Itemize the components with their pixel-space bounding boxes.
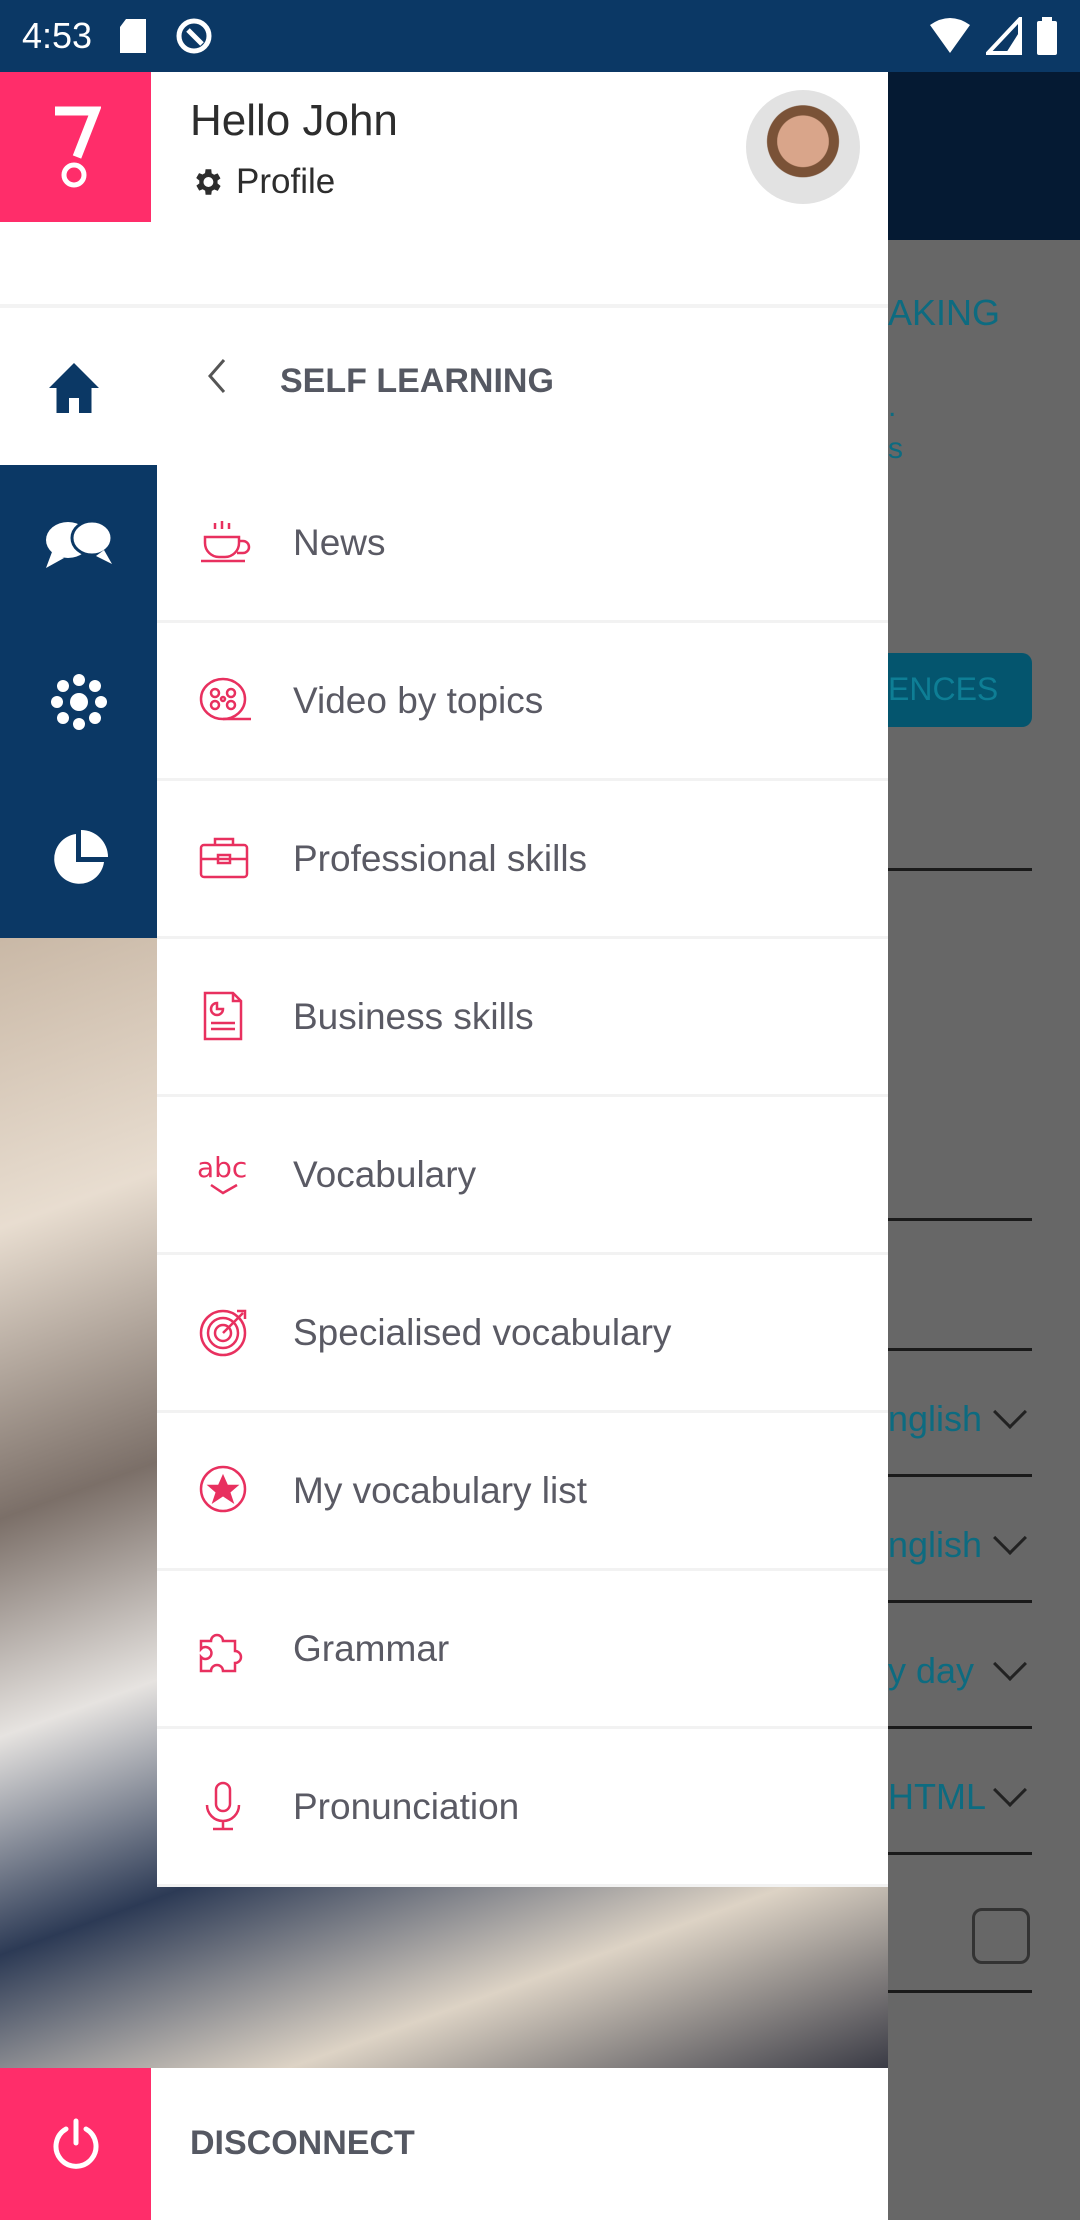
profile-link[interactable]: Profile [190, 162, 335, 202]
network-icon[interactable] [40, 663, 118, 741]
bg-text: AKING [888, 292, 1001, 333]
chevron-left-icon[interactable] [204, 356, 228, 396]
chat-bubbles-icon[interactable] [40, 505, 118, 583]
bg-text: HTML [888, 1776, 986, 1817]
bg-text: s [888, 432, 903, 465]
bg-line [888, 868, 1032, 871]
menu-item-label: Business skills [293, 995, 534, 1037]
app-logo [0, 72, 151, 222]
target-icon [199, 1309, 247, 1356]
disconnect-label: DISCONNECT [190, 2124, 415, 2162]
wifi-icon [930, 18, 970, 53]
briefcase-icon [199, 837, 249, 878]
menu-item-grammar[interactable]: Grammar [157, 1571, 888, 1729]
menu-item-label: Pronunciation [293, 1785, 520, 1827]
status-bar: 4:53 [0, 0, 1080, 72]
menu-item-vocabulary[interactable]: abc Vocabulary [157, 1097, 888, 1255]
section-title: SELF LEARNING [280, 362, 554, 400]
svg-text:abc: abc [197, 1151, 247, 1184]
power-icon [53, 2118, 98, 2169]
menu-item-label: Professional skills [293, 837, 588, 879]
puzzle-icon [199, 1633, 243, 1672]
bg-text: nglish [888, 1398, 983, 1439]
microphone-icon [205, 1781, 241, 1830]
menu-item-label: Grammar [293, 1627, 450, 1669]
gear-icon [196, 169, 221, 195]
menu-item-pronunciation[interactable]: Pronunciation [157, 1729, 888, 1887]
chevron-down-icon [993, 1647, 1027, 1681]
navigation-drawer: Hello John Profile SELF LEARNING News Vid… [0, 72, 888, 2220]
menu-item-professional-skills[interactable]: Professional skills [157, 781, 888, 939]
chevron-down-icon [993, 1395, 1027, 1429]
greeting: Hello John [190, 96, 398, 145]
bg-text: ENCES [888, 671, 999, 707]
disconnect-button[interactable]: DISCONNECT [0, 2068, 888, 2220]
menu-item-label: Vocabulary [293, 1153, 477, 1195]
star-circle-icon [199, 1465, 247, 1512]
side-rail [0, 465, 157, 938]
menu-item-label: Video by topics [293, 679, 544, 721]
profile-label: Profile [236, 162, 336, 201]
app-notification-icon [176, 18, 212, 54]
film-reel-icon [199, 677, 251, 720]
menu-item-business-skills[interactable]: Business skills [157, 939, 888, 1097]
bg-checkbox [972, 1908, 1030, 1964]
sd-card-icon [120, 19, 147, 53]
menu-item-label: News [293, 521, 386, 563]
menu-item-video-by-topics[interactable]: Video by topics [157, 623, 888, 781]
bg-line [888, 1990, 1032, 1993]
section-header: SELF LEARNING [0, 308, 888, 465]
background-app-header [888, 72, 1080, 240]
menu-item-specialised-vocabulary[interactable]: Specialised vocabulary [157, 1255, 888, 1413]
bg-line [888, 1218, 1032, 1221]
avatar[interactable] [746, 90, 860, 204]
bg-text: nglish [888, 1524, 983, 1565]
signal-icon [986, 17, 1022, 55]
bg-line [888, 1348, 1032, 1351]
chevron-down-icon [993, 1521, 1027, 1555]
abc-check-icon: abc [197, 1151, 247, 1194]
coffee-cup-icon [201, 520, 251, 562]
chevron-down-icon [993, 1773, 1027, 1807]
home-icon[interactable] [44, 358, 104, 418]
bg-line [888, 1726, 1032, 1729]
menu-item-news[interactable]: News [157, 465, 888, 623]
document-chart-icon [203, 991, 243, 1040]
battery-icon [1037, 17, 1057, 55]
background-app-content: AKING . s ENCES nglish nglish y day HTML [888, 240, 1080, 2220]
menu-item-label: My vocabulary list [293, 1469, 588, 1511]
bg-button: ENCES [888, 653, 1032, 727]
menu-item-my-vocabulary-list[interactable]: My vocabulary list [157, 1413, 888, 1571]
bg-line [888, 1852, 1032, 1855]
bg-text: . [888, 390, 897, 423]
menu-item-label: Specialised vocabulary [293, 1311, 672, 1353]
status-time: 4:53 [22, 15, 93, 56]
bg-line [888, 1600, 1032, 1603]
menu-list: News Video by topics Professional skills Bu… [157, 465, 888, 1887]
logo-icon [54, 106, 101, 188]
pie-chart-icon[interactable] [40, 820, 118, 898]
bg-line [888, 1474, 1032, 1477]
bg-text: y day [888, 1650, 975, 1691]
